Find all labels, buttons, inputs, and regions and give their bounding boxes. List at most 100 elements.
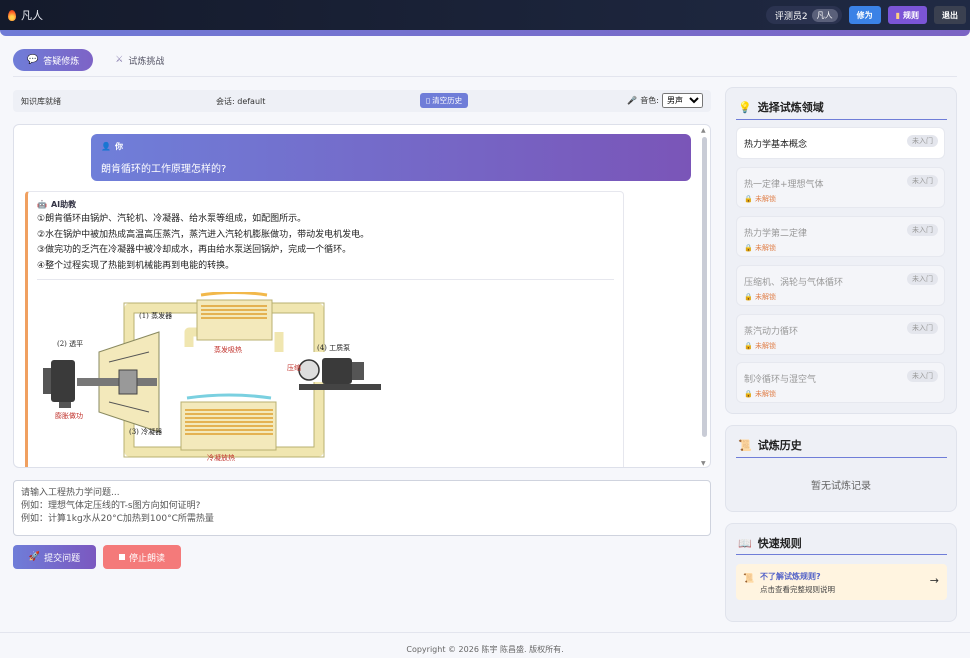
domain-panel-title: 选择试炼领域 (757, 101, 824, 114)
title-underline (736, 554, 947, 555)
tab-trial-challenge[interactable]: ⚔ 试炼挑战 (101, 49, 178, 71)
accent-strip (0, 30, 970, 36)
label-turbine: (2) 透平 (57, 340, 83, 348)
domain-badge: 未入门 (907, 273, 938, 285)
rules-button-label: 规则 (903, 10, 919, 20)
domain-name: 蒸汽动力循环 (744, 327, 799, 337)
lock-text: 未解锁 (754, 195, 776, 203)
label-pump: (4) 工质泵 (317, 343, 350, 352)
chat-scrollbar[interactable]: ▲ ▼ (701, 127, 708, 467)
rules-panel-title: 快速规则 (757, 537, 802, 550)
app-title: 凡人 (21, 9, 43, 22)
scroll-thumb[interactable] (702, 137, 707, 437)
title-underline (736, 119, 947, 120)
question-input[interactable]: 请输入工程热力学问题... 例如：理想气体定压线的T-s图方向如何证明? 例如：… (13, 480, 711, 536)
session-label: 会话: default (216, 96, 266, 106)
ai-line: ③做完功的乏汽在冷凝器中被冷却成水，再由给水泵送回锅炉，完成一个循环。 (37, 245, 352, 255)
stop-label: 停止朗读 (128, 553, 165, 564)
ai-line: ②水在锅炉中被加热成高温高压蒸汽，蒸汽进入汽轮机膨胀做功，带动发电机发电。 (37, 229, 370, 240)
cultivation-button[interactable]: 修为 (848, 6, 881, 24)
domain-name: 压缩机、涡轮与气体循环 (744, 278, 844, 288)
chat-window[interactable]: 👤 你 朗肯循环的工作原理怎样的? 🤖 AI助教 ①朗肯循环由锅炉、汽轮机、冷凝器、… (13, 124, 711, 468)
app-logo: 凡人 (8, 7, 43, 23)
clear-history-label: 清空历史 (432, 96, 463, 105)
history-panel-title: 试炼历史 (757, 439, 802, 452)
mic-icon: 🎤 (627, 96, 638, 105)
lightbulb-icon: 💡 (738, 100, 752, 114)
user-name: 评测员2 (774, 11, 808, 22)
domain-badge: 未入门 (907, 135, 938, 147)
tab-qa-training[interactable]: 💬 答疑修炼 (13, 49, 94, 71)
label-condenser: (3) 冷凝器 (129, 427, 162, 436)
title-underline (736, 457, 947, 458)
scroll-icon: 📜 (738, 438, 752, 452)
voice-select[interactable]: 男声 (662, 93, 703, 108)
label-cond-heat: 冷凝放热 (207, 453, 235, 462)
domain-badge: 未入门 (907, 175, 938, 187)
user-level-badge: 凡人 (811, 8, 838, 22)
robot-icon: 🤖 (37, 200, 47, 209)
crossed-swords-icon: ⚔ (115, 55, 124, 65)
ai-line: ①朗肯循环由锅炉、汽轮机、冷凝器、给水泵等组成，如配图所示。 (37, 214, 307, 224)
lock-label: 🔒 未解锁 (744, 244, 776, 252)
lock-text: 未解锁 (754, 293, 776, 301)
lock-text: 未解锁 (754, 390, 776, 398)
label-evaporator: (1) 蒸发器 (139, 311, 172, 320)
scroll-down-icon[interactable]: ▼ (701, 460, 706, 467)
lock-text: 未解锁 (754, 244, 776, 252)
lock-label: 🔒 未解锁 (744, 342, 776, 350)
trash-icon: ▯ (426, 96, 431, 105)
stop-reading-button[interactable]: 停止朗读 (103, 545, 181, 569)
domain-name: 热一定律+理想气体 (744, 180, 824, 190)
footer: Copyright © 2026 陈宇 陈昌盛. 版权所有. (0, 632, 970, 658)
ai-label: AI助教 (50, 200, 77, 209)
domain-item[interactable]: 热力学第二定律 未入门 🔒 未解锁 (736, 216, 945, 257)
rankine-cycle-diagram: (1) 蒸发器 (2) 透平 (3) 冷凝器 (4) 工质泵 蒸发吸热 膨胀做功… (43, 292, 381, 462)
chat-bubble-icon: 💬 (27, 55, 39, 65)
rocket-icon: 🚀 (28, 552, 41, 562)
voice-label: 音色: (640, 96, 659, 105)
history-empty: 暂无试炼记录 (811, 481, 871, 492)
domain-item[interactable]: 蒸汽动力循环 未入门 🔒 未解锁 (736, 314, 945, 355)
scroll-up-icon[interactable]: ▲ (701, 127, 706, 134)
lock-label: 🔒 未解锁 (744, 195, 776, 203)
mode-tabs: 💬 答疑修炼 ⚔ 试炼挑战 (13, 49, 178, 71)
lock-text: 未解锁 (754, 342, 776, 350)
rules-link[interactable]: 📜 不了解试炼规则? 点击查看完整规则说明 → (736, 564, 947, 600)
user-question: 朗肯循环的工作原理怎样的? (101, 164, 227, 175)
user-icon: 👤 (101, 142, 111, 151)
submit-label: 提交问题 (44, 553, 81, 564)
domain-name: 热力学基本概念 (744, 140, 808, 150)
lock-label: 🔒 未解锁 (744, 293, 776, 301)
domain-item[interactable]: 压缩机、涡轮与气体循环 未入门 🔒 未解锁 (736, 265, 945, 306)
rules-button[interactable]: ▮ 规则 (887, 6, 927, 24)
stop-icon (118, 554, 125, 560)
submit-question-button[interactable]: 🚀 提交问题 (13, 545, 96, 569)
label-expansion: 膨胀做功 (55, 411, 83, 420)
label-evap-heat: 蒸发吸热 (214, 345, 242, 354)
domain-badge: 未入门 (907, 322, 938, 334)
answer-divider (37, 279, 614, 280)
rules-link-subtitle: 点击查看完整规则说明 (760, 585, 835, 594)
flame-icon (8, 9, 16, 21)
domain-item[interactable]: 热力学基本概念 未入门 (736, 127, 945, 159)
tab-trial-label: 试炼挑战 (128, 56, 165, 67)
domain-item[interactable]: 制冷循环与湿空气 未入门 🔒 未解锁 (736, 362, 945, 403)
label-compress: 压缩 (287, 363, 301, 372)
voice-selector: 🎤 音色: 男声 (627, 93, 703, 108)
top-bar: 凡人 评测员2 凡人 修为 ▮ 规则 退出 (0, 0, 970, 30)
history-panel: 📜 试炼历史 暂无试炼记录 (725, 425, 957, 512)
rules-link-title: 不了解试炼规则? (760, 572, 821, 581)
user-chip[interactable]: 评测员2 凡人 (765, 6, 842, 24)
scroll-icon: ▮ (895, 10, 900, 20)
clear-history-button[interactable]: ▯ 清空历史 (420, 93, 469, 108)
domain-badge: 未入门 (907, 224, 938, 236)
kb-status: 知识库就绪 (21, 96, 61, 106)
divider (13, 76, 957, 77)
user-message: 👤 你 朗肯循环的工作原理怎样的? (91, 134, 691, 181)
lock-label: 🔒 未解锁 (744, 390, 776, 398)
ai-line: ④整个过程实现了热能到机械能再到电能的转换。 (37, 260, 235, 271)
logout-button[interactable]: 退出 (934, 6, 966, 24)
arrow-right-icon: → (929, 574, 939, 587)
domain-item[interactable]: 热一定律+理想气体 未入门 🔒 未解锁 (736, 167, 945, 208)
